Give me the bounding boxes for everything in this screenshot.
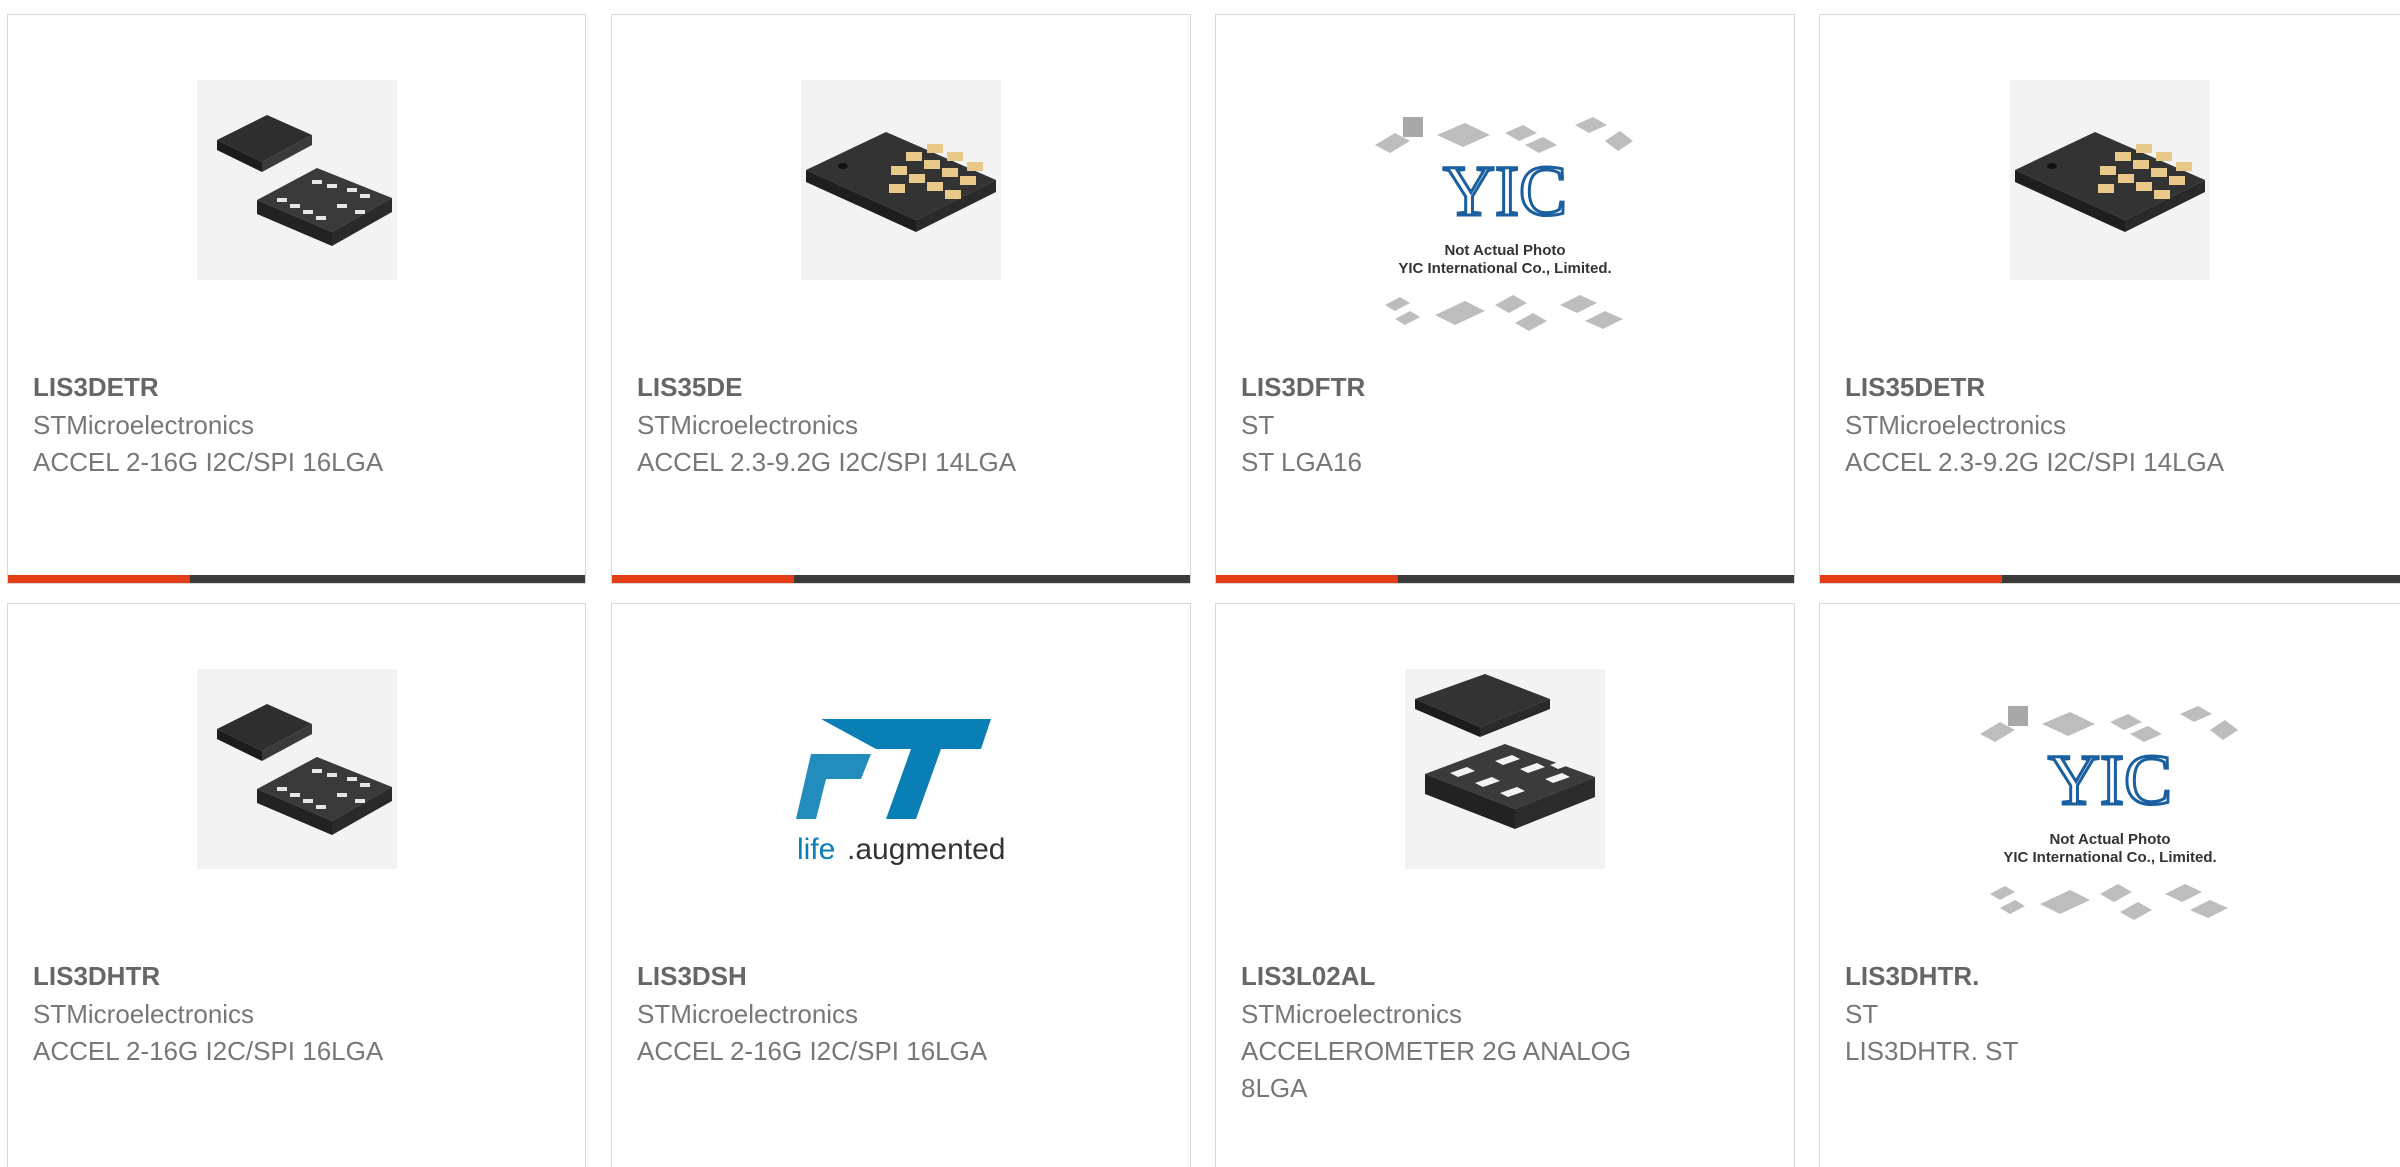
product-description: LIS3DHTR. ST [1845,1036,2019,1066]
product-card[interactable]: LIS35DE STMicroelectronics ACCEL 2.3-9.2… [611,14,1191,584]
product-card[interactable]: LIS35DETR STMicroelectronics ACCEL 2.3-9… [1819,14,2400,584]
product-brand: STMicroelectronics [637,999,859,1029]
product-card[interactable]: LIS3L02AL STMicroelectronics ACCELEROMET… [1215,603,1795,1167]
card-bottom-bar [1820,575,2400,583]
card-bottom-bar [612,575,1190,583]
product-description: ACCELEROMETER 2G ANALOG 8LGA [1241,1036,1632,1103]
product-part-number[interactable]: LIS3DFTR [1241,370,1365,404]
svg-text:Not Actual Photo: Not Actual Photo [2049,831,2170,848]
product-card[interactable]: YIC Not Actual Photo YIC International C… [1819,603,2400,1167]
svg-text:.augmented: .augmented [847,833,1005,866]
product-part-number[interactable]: LIS3DSH [637,959,747,993]
lga14-chip-icon [2010,80,2210,280]
product-card[interactable]: life .augmented LIS3DSH STMicroelectroni… [611,603,1191,1167]
product-description: ACCEL 2.3-9.2G I2C/SPI 14LGA [637,447,1017,477]
card-bottom-bar [8,575,585,583]
product-brand: ST [1241,410,1275,440]
svg-text:YIC International Co., Limited: YIC International Co., Limited. [2003,849,2216,866]
svg-text:life: life [797,833,835,866]
lga16-chip-icon [197,669,397,869]
product-brand: STMicroelectronics [33,999,255,1029]
product-part-number[interactable]: LIS3L02AL [1241,959,1375,993]
product-brand: ST [1845,999,1879,1029]
product-card[interactable]: LIS3DHTR STMicroelectronics ACCEL 2-16G … [7,603,586,1167]
product-card[interactable]: YIC Not Actual Photo YIC International C… [1215,14,1795,584]
product-brand: STMicroelectronics [637,410,859,440]
st-logo: life .augmented [791,699,1011,869]
product-description: ACCEL 2-16G I2C/SPI 16LGA [637,1036,988,1066]
product-description: ACCEL 2-16G I2C/SPI 16LGA [33,447,384,477]
product-description: ACCEL 2-16G I2C/SPI 16LGA [33,1036,384,1066]
product-brand: STMicroelectronics [1241,999,1463,1029]
lga16-chip-icon [197,80,397,280]
product-description: ACCEL 2.3-9.2G I2C/SPI 14LGA [1845,447,2225,477]
lga14-chip-icon [801,80,1001,280]
product-brand: STMicroelectronics [33,410,255,440]
card-bottom-bar [1216,575,1794,583]
svg-text:YIC: YIC [2048,740,2172,820]
product-description: ST LGA16 [1241,447,1362,477]
product-part-number[interactable]: LIS35DETR [1845,370,1985,404]
product-part-number[interactable]: LIS35DE [637,370,743,404]
svg-text:Not Actual Photo: Not Actual Photo [1444,242,1565,259]
svg-text:YIC International Co., Limited: YIC International Co., Limited. [1398,260,1611,277]
lga8-chip-icon [1405,669,1605,869]
not-actual-photo-placeholder: YIC Not Actual Photo YIC International C… [1970,694,2250,934]
product-part-number[interactable]: LIS3DHTR [33,959,160,993]
not-actual-photo-placeholder: YIC Not Actual Photo YIC International C… [1365,105,1645,345]
product-card[interactable]: LIS3DETR STMicroelectronics ACCEL 2-16G … [7,14,586,584]
product-part-number[interactable]: LIS3DHTR. [1845,959,1979,993]
product-brand: STMicroelectronics [1845,410,2067,440]
yic-logo: YIC [1443,151,1567,231]
product-part-number[interactable]: LIS3DETR [33,370,159,404]
